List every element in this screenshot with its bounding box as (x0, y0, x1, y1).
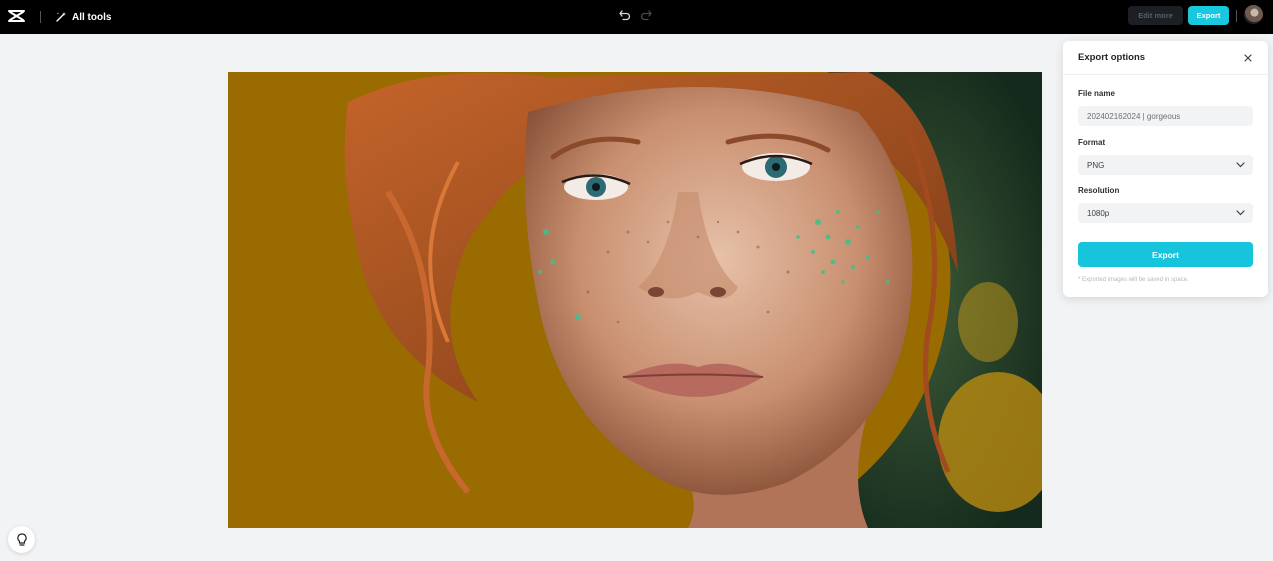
redo-icon (638, 7, 654, 23)
chevron-down-icon (1235, 208, 1245, 218)
canvas-image[interactable] (228, 72, 1042, 528)
resolution-label: Resolution (1078, 186, 1120, 195)
divider (1236, 10, 1237, 22)
resolution-select[interactable]: 1080p (1078, 203, 1253, 223)
undo-icon[interactable] (617, 7, 633, 23)
format-label: Format (1078, 138, 1106, 147)
export-button-top[interactable]: Export (1188, 6, 1229, 25)
export-note: * Exported images will be saved in space… (1078, 277, 1189, 283)
file-name-label: File name (1078, 89, 1115, 98)
close-icon[interactable] (1242, 52, 1253, 63)
edit-more-button: Edit more (1128, 6, 1183, 25)
magic-wand-icon (55, 11, 67, 23)
panel-header: Export options (1063, 41, 1268, 75)
format-select[interactable]: PNG (1078, 155, 1253, 175)
export-options-panel: Export options File name Format PNG Reso… (1063, 41, 1268, 297)
resolution-value: 1080p (1087, 208, 1110, 218)
panel-title: Export options (1078, 52, 1146, 63)
all-tools-label: All tools (72, 11, 112, 23)
lightbulb-icon[interactable] (8, 526, 35, 553)
capcut-logo-icon[interactable] (8, 8, 25, 24)
file-name-input[interactable] (1087, 111, 1253, 121)
export-button[interactable]: Export (1078, 242, 1253, 267)
avatar[interactable] (1244, 5, 1263, 24)
top-bar: All tools Edit more Export (0, 0, 1273, 34)
format-value: PNG (1087, 160, 1105, 170)
divider (40, 11, 41, 23)
file-name-field[interactable] (1078, 106, 1253, 126)
chevron-down-icon (1235, 160, 1245, 170)
all-tools-button[interactable]: All tools (55, 8, 111, 26)
